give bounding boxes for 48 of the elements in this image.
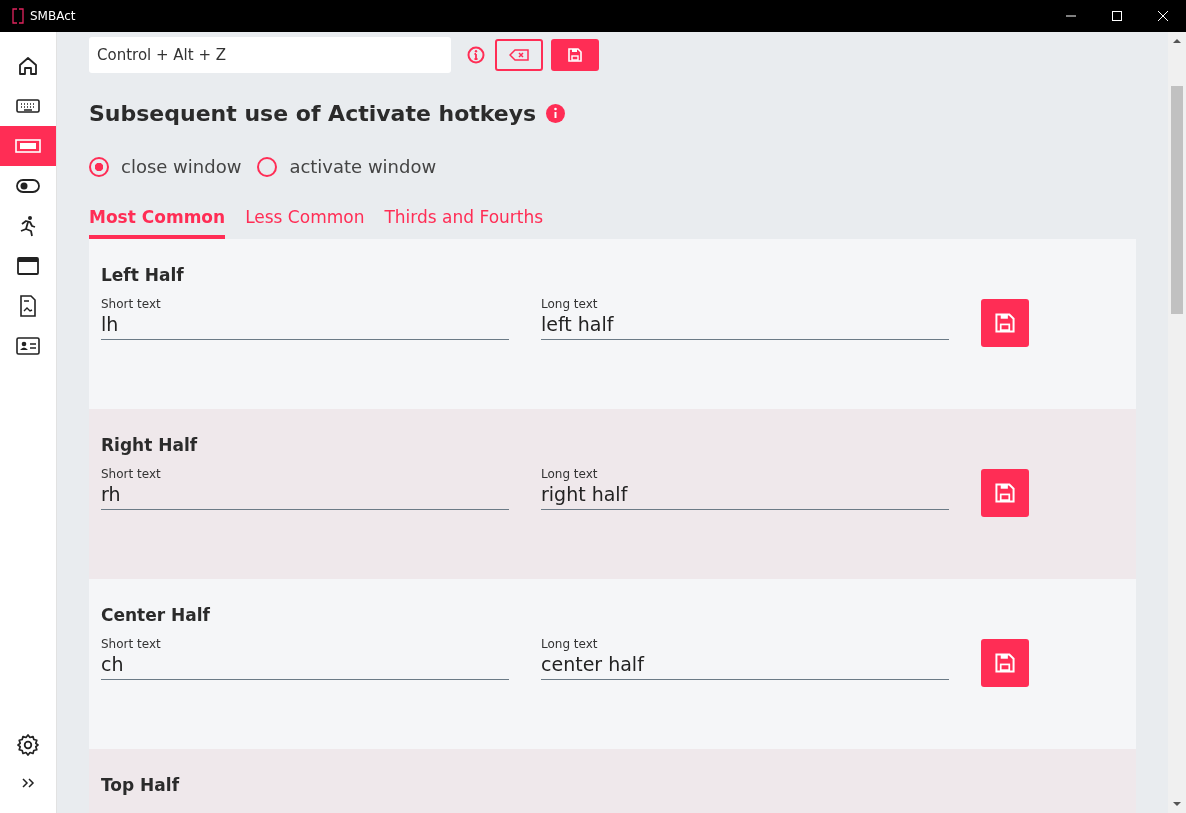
window-title: SMBAct: [30, 9, 76, 23]
short-text-field[interactable]: Short text lh: [101, 297, 509, 340]
radio-option[interactable]: close window: [89, 156, 242, 177]
long-text-field[interactable]: Long text left half: [541, 297, 949, 340]
document-icon: [19, 295, 37, 317]
scrollbar-thumb[interactable]: [1171, 86, 1183, 314]
save-button[interactable]: [981, 299, 1029, 347]
toggle-icon: [16, 178, 40, 194]
keyboard-icon: [16, 98, 40, 114]
save-button[interactable]: [981, 469, 1029, 517]
short-text-field[interactable]: Short text rh: [101, 467, 509, 510]
scrollbar[interactable]: [1168, 32, 1186, 813]
maximize-icon: [1111, 10, 1123, 22]
save-icon: [995, 313, 1015, 333]
double-chevron-icon: [21, 777, 35, 789]
long-text-field[interactable]: Long text center half: [541, 637, 949, 680]
id-card-icon: [16, 337, 40, 355]
radio-label: activate window: [289, 156, 437, 177]
radio-button[interactable]: [89, 156, 109, 177]
save-icon: [995, 483, 1015, 503]
section-heading: Subsequent use of Activate hotkeys: [89, 101, 537, 126]
save-button[interactable]: [551, 39, 599, 71]
card-title: Center Half: [101, 605, 211, 625]
long-text-field[interactable]: Long text right half: [541, 467, 949, 510]
close-icon: [1157, 10, 1169, 22]
radio-option[interactable]: activate window: [257, 156, 437, 177]
text-box-icon: [15, 138, 41, 154]
save-icon: [568, 48, 582, 62]
window-icon: [17, 256, 39, 276]
card-title: Right Half: [101, 435, 199, 455]
settings-icon: [16, 733, 40, 757]
clear-button[interactable]: [495, 39, 543, 71]
card-title: Left Half: [101, 265, 185, 285]
runner-icon: [18, 215, 38, 237]
scroll-down-icon[interactable]: [1173, 801, 1181, 807]
card-title: Top Half: [101, 775, 181, 795]
home-icon: [17, 55, 39, 77]
radio-button[interactable]: [257, 156, 278, 177]
backspace-icon: [509, 49, 529, 61]
hotkey-field[interactable]: Control + Alt + Z: [89, 37, 451, 73]
info-icon[interactable]: [467, 46, 485, 64]
short-text-field[interactable]: Short text ch: [101, 637, 509, 680]
scroll-up-icon[interactable]: [1173, 38, 1181, 44]
info-icon[interactable]: [546, 104, 566, 123]
app-logo-icon: [12, 8, 24, 24]
radio-label: close window: [121, 156, 242, 177]
save-icon: [995, 653, 1015, 673]
save-button[interactable]: [981, 639, 1029, 687]
